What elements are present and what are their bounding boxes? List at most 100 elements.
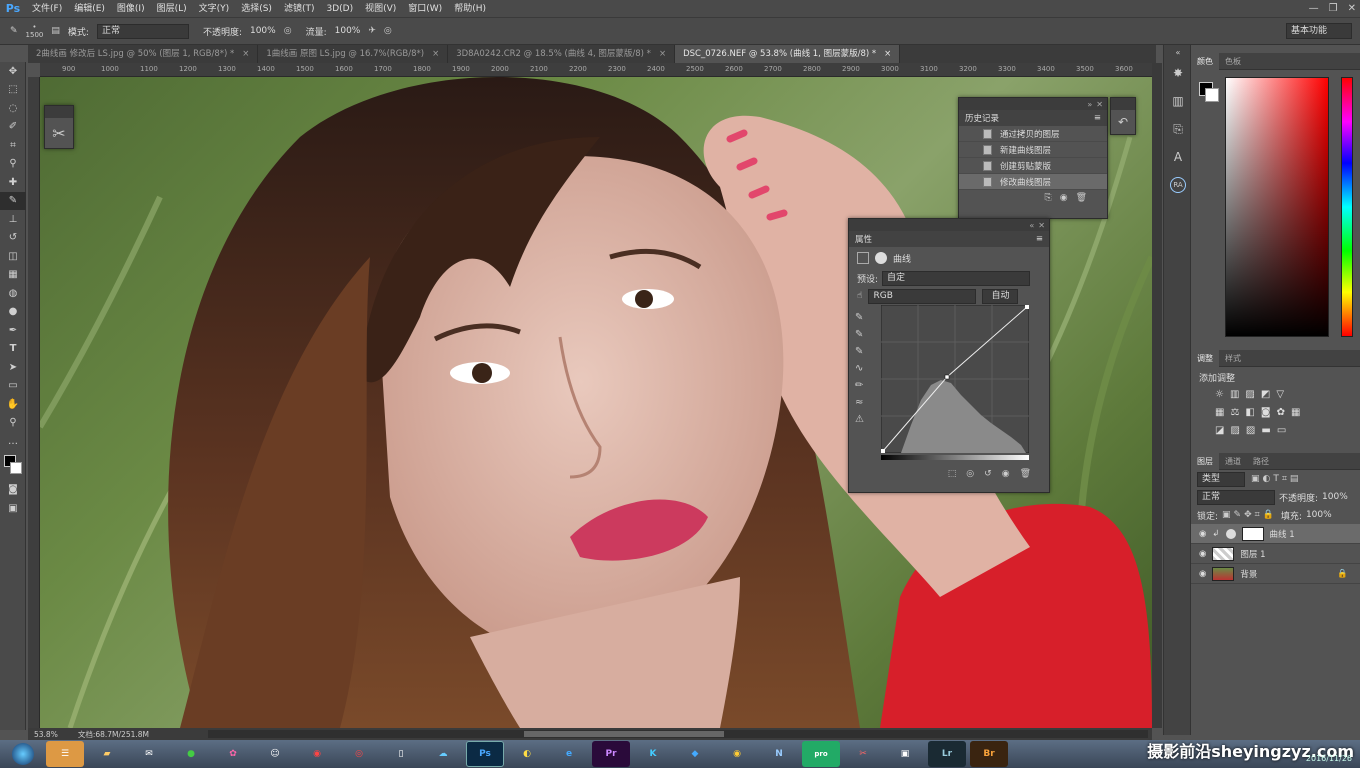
background-swatch[interactable] xyxy=(1205,88,1219,102)
properties-title[interactable]: 属性 xyxy=(855,233,872,245)
posterize-icon[interactable]: ▨ xyxy=(1230,425,1239,436)
channel-mixer-icon[interactable]: ✿ xyxy=(1277,407,1285,418)
menu-view[interactable]: 视图(V) xyxy=(359,0,402,18)
type-tool-icon[interactable]: T xyxy=(0,340,26,359)
rectangle-tool-icon[interactable]: ▭ xyxy=(0,377,26,396)
vibrance-icon[interactable]: ▽ xyxy=(1276,389,1284,400)
reset-icon[interactable]: ↺ xyxy=(984,469,992,479)
marquee-tool-icon[interactable]: ⬚ xyxy=(0,81,26,100)
menu-layer[interactable]: 图层(L) xyxy=(151,0,193,18)
panel-menu-icon[interactable]: ≡ xyxy=(1094,113,1101,123)
trash-icon[interactable]: 🗑 xyxy=(1020,469,1031,479)
visibility-icon[interactable]: ◉ xyxy=(1002,469,1010,479)
scroll-thumb[interactable] xyxy=(524,731,724,737)
tab-adjustments[interactable]: 调整 xyxy=(1191,349,1219,367)
taskbar-lightroom[interactable]: Lr xyxy=(928,741,966,767)
background-color-swatch[interactable] xyxy=(10,461,22,474)
new-document-icon[interactable]: ⎘ xyxy=(1045,193,1052,203)
stamp-tool-icon[interactable]: ⊥ xyxy=(0,210,26,229)
taskbar-premiere[interactable]: Pr xyxy=(592,741,630,767)
layer-row[interactable]: ◉ 背景 🔒 xyxy=(1191,564,1360,584)
document-icon[interactable]: ▯ xyxy=(382,741,420,767)
ra-plugin-icon[interactable]: RA xyxy=(1164,171,1192,199)
selective-color-icon[interactable]: ▭ xyxy=(1277,425,1286,436)
threshold-icon[interactable]: ▨ xyxy=(1246,425,1255,436)
folder-icon[interactable]: ▰ xyxy=(88,741,126,767)
tab-swatches[interactable]: 色板 xyxy=(1219,53,1247,70)
doc-tab-2[interactable]: 1曲线画 原图 LS.jpg @ 16.7%(RGB/8*) × xyxy=(258,45,449,63)
layer-row[interactable]: ◉ 图层 1 xyxy=(1191,544,1360,564)
brush-tool-icon[interactable]: ✎ xyxy=(10,26,18,36)
taskbar-bridge[interactable]: Br xyxy=(970,741,1008,767)
doc-tab-4[interactable]: DSC_0726.NEF @ 53.8% (曲线 1, 图层蒙版/8) * × xyxy=(675,45,901,63)
layer-name[interactable]: 背景 xyxy=(1240,568,1257,580)
taskbar-app-icon[interactable]: ☰ xyxy=(46,741,84,767)
floating-panel-grip[interactable] xyxy=(45,106,73,118)
taskbar-app-icon[interactable]: ✿ xyxy=(214,741,252,767)
history-step[interactable]: 新建曲线图层 xyxy=(959,142,1107,158)
eye-icon[interactable]: ◉ xyxy=(1199,549,1206,559)
close-panel-icon[interactable]: ✕ xyxy=(1038,221,1045,230)
brush-tool-icon[interactable]: ✎ xyxy=(0,191,26,210)
pressure-size-icon[interactable]: ◎ xyxy=(384,26,392,36)
hue-slider[interactable] xyxy=(1341,77,1353,337)
gray-point-eyedropper-icon[interactable]: ✎ xyxy=(855,326,869,343)
pencil-curve-icon[interactable]: ✏ xyxy=(855,377,869,394)
taskbar-app-icon[interactable]: pro xyxy=(802,741,840,767)
dodge-tool-icon[interactable]: ● xyxy=(0,303,26,322)
weibo-icon[interactable]: ◉ xyxy=(298,741,336,767)
minimize-button[interactable]: — xyxy=(1309,0,1319,18)
tab-layers[interactable]: 图层 xyxy=(1191,452,1219,470)
collapse-icon[interactable]: » xyxy=(1087,100,1092,109)
invert-icon[interactable]: ◪ xyxy=(1215,425,1224,436)
taskbar-app-icon[interactable]: ✉ xyxy=(130,741,168,767)
taskbar-app-icon[interactable]: ✂ xyxy=(844,741,882,767)
snapshot-icon[interactable]: ◉ xyxy=(1060,193,1068,203)
target-adjust-icon[interactable]: ☝ xyxy=(857,291,862,301)
mode-select[interactable]: 正常 xyxy=(96,23,189,39)
levels-icon[interactable]: ▥ xyxy=(1230,389,1239,400)
white-point-eyedropper-icon[interactable]: ✎ xyxy=(855,343,869,360)
layer-name[interactable]: 曲线 1 xyxy=(1270,528,1295,540)
gradient-tool-icon[interactable]: ▦ xyxy=(0,266,26,285)
more-tools-icon[interactable]: … xyxy=(0,432,26,451)
panel-grip[interactable]: » ✕ xyxy=(959,98,1107,110)
tool-presets-icon[interactable]: ✂ xyxy=(45,118,73,148)
taskbar-app-icon[interactable]: ☺ xyxy=(256,741,294,767)
eyedropper-tool-icon[interactable]: ⚲ xyxy=(0,155,26,174)
collapse-icon[interactable]: « xyxy=(1029,221,1034,230)
clone-source-icon[interactable]: ⎘ xyxy=(1164,115,1192,143)
curve-point-mid[interactable] xyxy=(944,374,950,380)
doc-tab-3[interactable]: 3D8A0242.CR2 @ 18.5% (曲线 4, 图层蒙版/8) * × xyxy=(448,45,676,63)
history-brush-tool-icon[interactable]: ↺ xyxy=(0,229,26,248)
path-select-tool-icon[interactable]: ➤ xyxy=(0,358,26,377)
tab-color[interactable]: 颜色 xyxy=(1191,52,1219,70)
layer-mask-thumb[interactable] xyxy=(1241,526,1264,541)
curves-icon[interactable]: ▨ xyxy=(1245,389,1254,400)
preset-select[interactable]: 自定 xyxy=(882,270,1031,286)
taskbar-app-icon[interactable]: ▣ xyxy=(886,741,924,767)
quick-mask-icon[interactable]: ◙ xyxy=(0,481,26,500)
taskbar-photoshop[interactable]: Ps xyxy=(466,741,504,767)
black-white-icon[interactable]: ◧ xyxy=(1245,407,1254,418)
menu-filter[interactable]: 滤镜(T) xyxy=(278,0,321,18)
exposure-icon[interactable]: ◩ xyxy=(1261,389,1270,400)
tab-paths[interactable]: 路径 xyxy=(1247,453,1275,470)
taskbar-k-app[interactable]: K xyxy=(634,741,672,767)
close-tab-icon[interactable]: × xyxy=(242,45,249,63)
view-previous-icon[interactable]: ◎ xyxy=(966,469,974,479)
channel-select[interactable]: RGB xyxy=(868,288,977,304)
tab-styles[interactable]: 样式 xyxy=(1219,350,1247,367)
taskbar-app-icon[interactable]: ☁ xyxy=(424,741,462,767)
flow-value[interactable]: 100% xyxy=(335,26,361,36)
document-size[interactable]: 文档:68.7M/251.8M xyxy=(78,729,149,740)
taskbar-app-icon[interactable]: N xyxy=(760,741,798,767)
eye-icon[interactable]: ◉ xyxy=(1199,569,1206,579)
clipping-warning-icon[interactable]: ⚠ xyxy=(855,411,869,428)
zoom-level[interactable]: 53.8% xyxy=(34,730,58,739)
menu-file[interactable]: 文件(F) xyxy=(26,0,68,18)
start-button[interactable] xyxy=(4,741,42,767)
zoom-tool-icon[interactable]: ⚲ xyxy=(0,414,26,433)
move-tool-icon[interactable]: ✥ xyxy=(0,62,26,81)
layer-row[interactable]: ◉ ↲ 曲线 1 xyxy=(1191,524,1360,544)
